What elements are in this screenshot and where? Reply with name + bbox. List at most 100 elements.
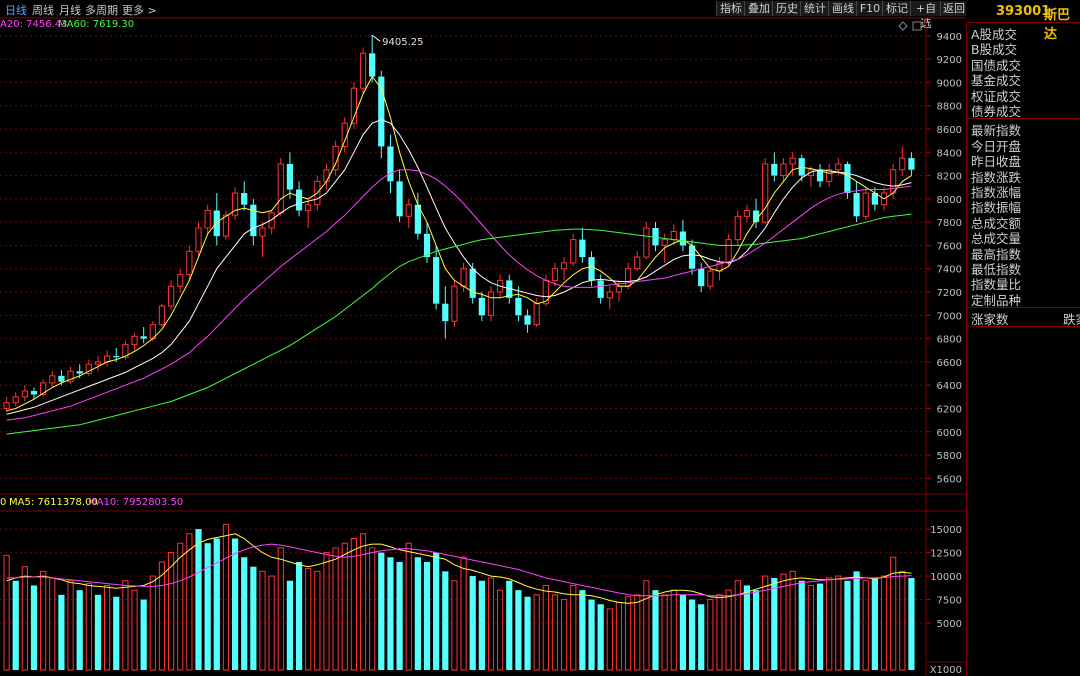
price-tick-label: 6200 (937, 404, 962, 415)
volume-bar-up (332, 547, 339, 671)
volume-bar-down (286, 580, 294, 670)
price-tick-label: 8800 (937, 102, 962, 113)
volume-bar-down (195, 529, 202, 670)
candle-body-up (49, 375, 56, 384)
candle-body-down (58, 375, 65, 382)
volume-bars (3, 523, 915, 671)
volume-bar-up (405, 542, 412, 671)
price-tick-label: 7800 (937, 218, 962, 229)
volume-bar-down (743, 585, 751, 670)
volume-bar-up (67, 580, 74, 671)
candle-body-down (433, 257, 440, 304)
volume-tick-label: 5000 (937, 619, 962, 630)
volume-bar-up (49, 577, 56, 671)
volume-bar-up (826, 577, 833, 671)
volume-bar-up (707, 599, 714, 671)
volume-ma10-line (6, 543, 912, 597)
candle-body-down (853, 193, 860, 217)
volume-bar-up (369, 547, 376, 671)
volume-bar-down (871, 577, 878, 670)
candle-body-down (241, 193, 248, 205)
candle-body-down (369, 53, 376, 77)
price-tick-label: 6000 (937, 428, 962, 439)
candle-body-up (734, 215, 741, 241)
volume-bar-up (451, 580, 458, 671)
candle-body-down (771, 163, 778, 176)
price-tick-label: 9400 (937, 32, 962, 43)
price-tick-label: 6600 (937, 358, 962, 369)
candle-body-up (890, 169, 897, 194)
volume-bar-down (241, 557, 248, 670)
volume-bar-up (341, 542, 348, 671)
volume-bar-up (561, 599, 568, 671)
price-tick-label: 8200 (937, 172, 962, 183)
volume-bar-up (3, 554, 10, 671)
candlesticks (3, 35, 915, 412)
volume-bar-down (579, 590, 586, 670)
candle-body-down (524, 315, 531, 325)
candle-body-up (762, 163, 769, 223)
price-tick-label: 8600 (937, 125, 962, 136)
volume-bar-down (433, 552, 440, 670)
price-axis: 9400 9200 9000 8800 8600 8400 8200 8000 7800 7600… (926, 32, 962, 676)
side-item-label: 债券成交 (971, 104, 1022, 119)
candle-body-down (908, 158, 915, 170)
side-divider (967, 118, 1080, 120)
vol-ma5-legend: MA5: 7611378.00 (9, 497, 98, 508)
volume-bar-up (460, 556, 467, 671)
candle-body-up (862, 192, 869, 217)
volume-bar-down (378, 552, 385, 670)
volume-bar-up (789, 570, 796, 671)
volume-bar-up (158, 561, 166, 671)
volume-bar-up (21, 566, 28, 671)
volume-bar-up (899, 570, 906, 671)
volume-bar-down (816, 583, 824, 670)
candle-body-down (30, 391, 38, 395)
volume-bar-up (661, 594, 668, 671)
candle-body-up (186, 250, 193, 276)
ma60-legend: MA60: 7619.30 (58, 19, 135, 30)
candle-body-up (606, 291, 613, 299)
price-ma20-line (6, 169, 912, 421)
candle-body-up (780, 163, 787, 177)
volume-bar-up (533, 594, 540, 671)
volume-bar-up (314, 570, 321, 671)
volume-bar-up (643, 580, 650, 671)
candle-body-down (387, 146, 394, 182)
volume-bar-up (624, 596, 632, 671)
side-divider (967, 307, 1080, 309)
price-tick-label: 9000 (937, 78, 962, 89)
price-tick-label: 6800 (937, 335, 962, 346)
volume-bar-down (771, 577, 778, 670)
security-code: 393001 (996, 4, 1051, 19)
volume-tick-label: 7500 (937, 596, 962, 607)
candle-body-down (396, 181, 403, 217)
volume-bar-down (231, 538, 239, 670)
candle-body-down (469, 268, 476, 298)
candle-body-up (707, 270, 714, 287)
volume-bar-down (798, 580, 805, 670)
candle-body-down (378, 76, 385, 147)
volume-bar-down (442, 571, 449, 670)
volume-unit-label: X1000 (930, 665, 962, 676)
volume-bar-down (752, 590, 760, 670)
candle-body-up (789, 157, 796, 165)
volume-bar-up (487, 577, 495, 671)
candle-body-up (743, 210, 751, 217)
volume-bar-up (222, 523, 230, 671)
grid-layer (0, 17, 966, 676)
volume-bar-down (76, 590, 83, 670)
candle-body-up (643, 227, 650, 258)
annotations: 9405.25 (371, 21, 922, 48)
volume-tick-label: 10000 (930, 572, 962, 583)
candle-body-down (579, 239, 586, 258)
kline-chart[interactable]: 9400 9200 9000 8800 8600 8400 8200 8000 7800 7600… (0, 0, 966, 676)
price-tick-label: 7600 (937, 241, 962, 252)
candle-body-down (286, 163, 294, 190)
volume-bar-down (140, 599, 147, 670)
candle-body-up (277, 163, 284, 214)
volume-bar-up (131, 589, 138, 671)
candle-body-down (679, 231, 687, 246)
candle-body-up (533, 303, 540, 326)
candle-body-up (204, 210, 211, 229)
